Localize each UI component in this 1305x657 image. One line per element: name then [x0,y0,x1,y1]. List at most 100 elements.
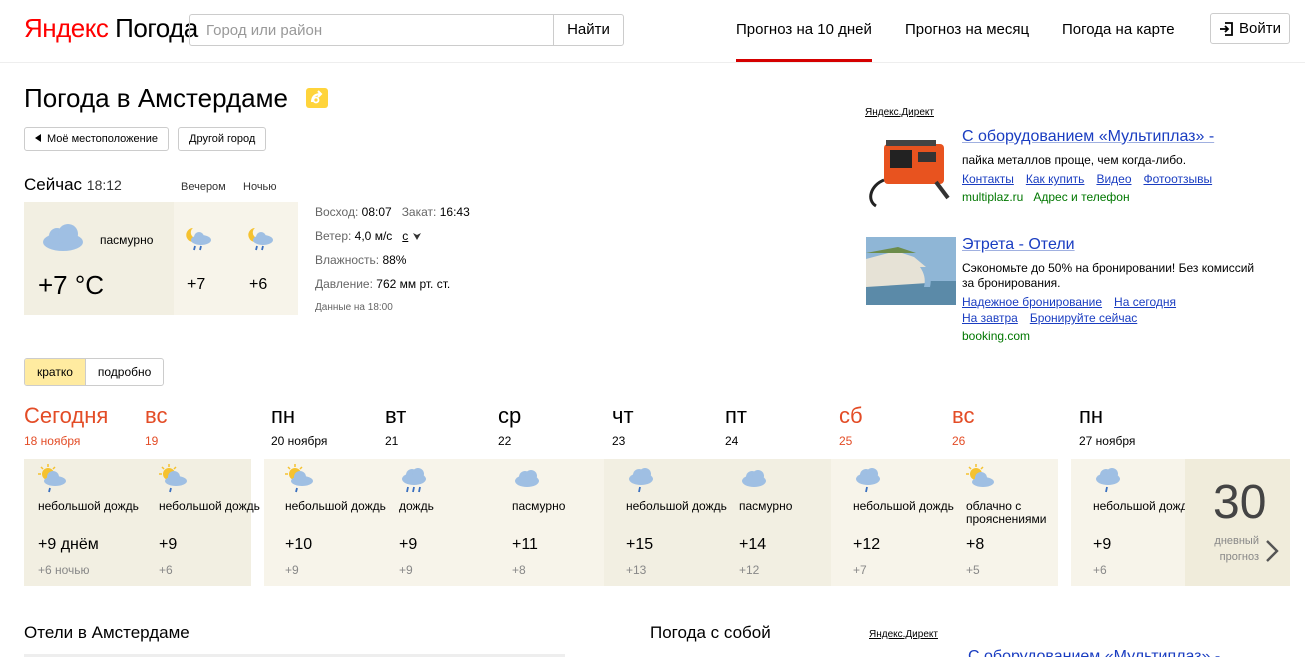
bottom-ad-title[interactable]: С оборудованием «Мультиплаз» - [968,648,1220,657]
forecast-day-date: 26 [952,434,966,448]
sun-cloud-rain-icon [285,464,313,493]
forecast-day-date: 25 [839,434,853,448]
ad-2-text: Сэкономьте до 50% на бронировании! Без к… [962,261,1255,290]
login-label: Войти [1239,20,1281,37]
weather-with-you-heading: Погода с собой [650,623,771,642]
forecast-night-temp: +9 [399,563,413,577]
search-button[interactable]: Найти [553,14,624,46]
ad-1-links: Контакты Как купить Видео Фотоотзывы [962,172,1224,186]
forecast-day-name[interactable]: вс [952,403,974,429]
ad-1-link-contacts[interactable]: Контакты [962,172,1014,186]
ad-1-text: пайка металлов проще, чем когда-либо. [962,153,1187,167]
forecast-day-name[interactable]: вт [385,403,406,429]
ad-2-link-reliable[interactable]: Надежное бронирование [962,295,1102,309]
moon-cloud-rain-icon [248,228,273,251]
yandex-weather-logo[interactable]: Яндекс Погода [24,13,198,44]
logo-service: Погода [115,13,198,43]
forecast-condition: пасмурно [512,499,566,513]
bottom-ad-label[interactable]: Яндекс.Директ [869,629,938,640]
ad-1-domain[interactable]: multiplaz.ru [962,190,1023,204]
30-day-forecast-link[interactable]: 30 дневный прогноз [1185,459,1290,586]
wind-direction[interactable]: с [402,229,408,243]
data-timestamp: Данные на 18:00 [315,302,393,313]
login-button[interactable]: Войти [1210,13,1290,44]
forecast-day-date: 22 [498,434,512,448]
forecast-day-temp: +12 [853,536,881,553]
wind-arrow-icon [412,233,421,240]
ad-2-link-book-now[interactable]: Бронируйте сейчас [1030,311,1137,325]
forecast-day-name[interactable]: пн [271,403,295,429]
forecast-day-name[interactable]: чт [612,403,634,429]
ad-image-etretat[interactable] [866,237,956,305]
ad-1-title[interactable]: С оборудованием «Мультиплаз» - [962,128,1214,146]
detailed-toggle[interactable]: подробно [86,359,163,385]
cloud-light-rain-icon [856,468,880,493]
forecast-card-week-1[interactable] [264,459,604,586]
forecast-day-date: 24 [725,434,739,448]
forecast-day-name[interactable]: вс [145,403,167,429]
cloud-rain-icon [402,468,426,493]
forecast-day-name[interactable]: пт [725,403,747,429]
forecast-day-temp: +11 [512,536,538,553]
ad-2-links-row1: Надежное бронирование На сегодня [962,295,1188,309]
forecast-night-temp: +6 [1093,563,1107,577]
my-location-button[interactable]: Моё местоположение [24,127,169,151]
evening-card [174,202,236,315]
forecast-day-date: 18 ноября [24,434,81,448]
ad-1-address[interactable]: Адрес и телефон [1033,190,1129,204]
ad-label[interactable]: Яндекс.Директ [865,107,934,118]
location-arrow-icon [35,134,41,142]
tab-10-day-forecast[interactable]: Прогноз на 10 дней [736,21,872,62]
search-input[interactable] [190,15,554,45]
brief-toggle[interactable]: кратко [25,359,86,385]
current-condition: пасмурно [100,233,154,247]
forecast-day-name[interactable]: сб [839,403,863,429]
evening-temperature: +7 [187,276,206,293]
forecast-day-temp: +14 [739,536,767,553]
tab-month-forecast[interactable]: Прогноз на месяц [905,21,1029,38]
chevron-right-icon [1266,540,1279,562]
current-temperature: +7 °C [38,270,105,300]
now-text: Сейчас [24,175,83,194]
wind-label: Ветер: [315,229,352,243]
login-icon [1220,22,1233,36]
now-time: 18:12 [86,177,122,193]
ad-2-link-today[interactable]: На сегодня [1114,295,1176,309]
ad-1-link-video[interactable]: Видео [1096,172,1131,186]
forecast-day-date: 20 ноября [271,434,328,448]
evening-label: Вечером [181,181,226,193]
forecast-day-date: 23 [612,434,626,448]
share-icon[interactable] [305,87,329,109]
forecast-day-name[interactable]: Сегодня [24,403,108,429]
forecast-card-next-week[interactable] [1071,459,1185,586]
ad-1-link-reviews[interactable]: Фотоотзывы [1144,172,1213,186]
forecast-day-temp: +9 [1093,536,1112,553]
ad-2-title[interactable]: Этрета - Отели [962,236,1075,254]
sun-cloud-rain-icon [38,464,66,493]
cloud-icon [515,470,539,487]
forecast-day-name[interactable]: пн [1079,403,1103,429]
forecast-day-date: 21 [385,434,399,448]
forecast-night-temp: +12 [739,563,760,577]
ad-2-links-row2: На завтра Бронируйте сейчас [962,311,1149,325]
my-location-label: Моё местоположение [47,133,158,145]
forecast-night-temp: +9 [285,563,299,577]
pressure-info: Давление: 762 мм рт. ст. [315,277,450,291]
cloud-icon [742,470,766,487]
forecast-day-temp: +9 [159,536,178,553]
other-city-button[interactable]: Другой город [178,127,267,151]
ad-2-url[interactable]: booking.com [962,329,1030,343]
sunrise-value: 08:07 [361,205,392,219]
forecast-condition: пасмурно [739,499,793,513]
sunset-value: 16:43 [439,205,470,219]
ad-2-link-tomorrow[interactable]: На завтра [962,311,1018,325]
ad-1-link-buy[interactable]: Как купить [1026,172,1085,186]
humidity-info: Влажность: 88% [315,253,406,267]
tab-weather-map[interactable]: Погода на карте [1062,21,1175,38]
forecast-day-name[interactable]: ср [498,403,521,429]
pressure-label: Давление: [315,277,373,291]
ad-image-welder[interactable] [866,130,956,210]
cloud-light-rain-icon [629,468,653,493]
site-header: Яндекс Погода Найти Прогноз на 10 дней П… [0,0,1305,63]
sunset-label: Закат: [401,205,437,219]
